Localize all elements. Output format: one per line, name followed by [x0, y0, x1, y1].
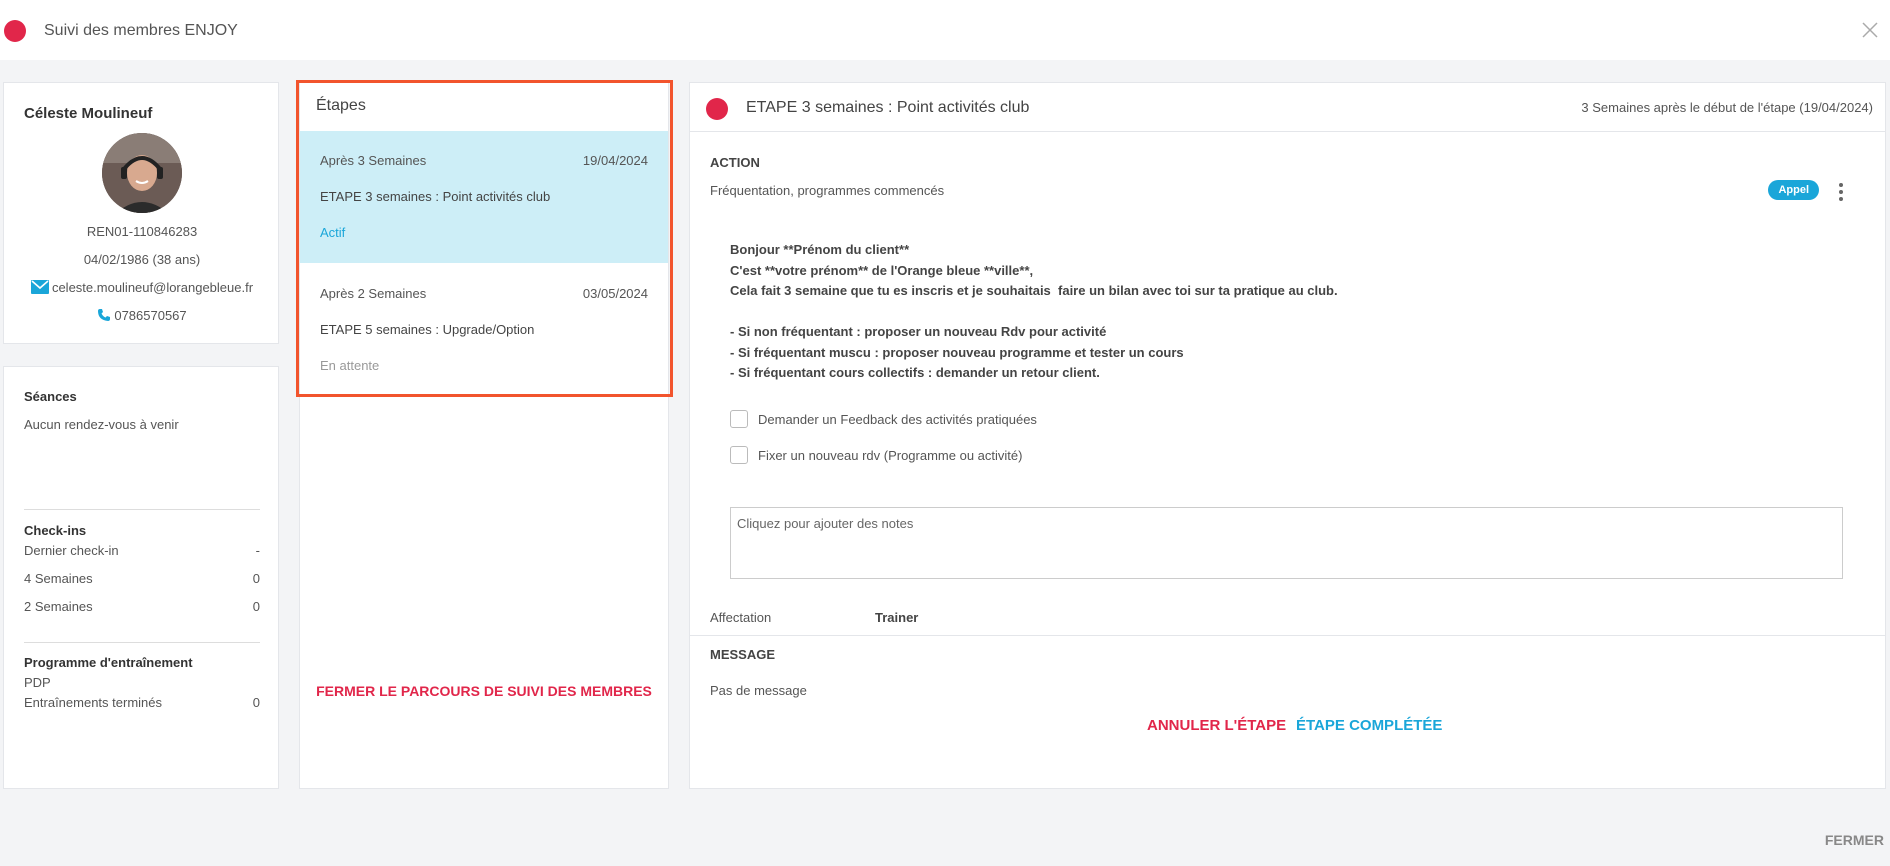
member-phone-row[interactable]: 0786570567: [4, 308, 280, 323]
message-line: Cela fait 3 semaine que tu es inscris et…: [730, 283, 1338, 298]
more-options-icon[interactable]: [1835, 181, 1847, 203]
step-title: ETAPE 5 semaines : Upgrade/Option: [320, 322, 535, 337]
status-dot-icon: [4, 20, 26, 42]
detail-timing: 3 Semaines après le début de l'étape (19…: [1581, 100, 1873, 115]
task-checkbox-feedback[interactable]: Demander un Feedback des activités prati…: [730, 410, 1037, 428]
step-when: Après 2 Semaines: [320, 286, 427, 301]
trainings-label: Entraînements terminés: [24, 695, 163, 710]
checkin-value: 0: [252, 571, 260, 586]
action-message: Bonjour **Prénom du client** C'est **votr…: [730, 240, 1338, 384]
appel-badge[interactable]: Appel: [1768, 180, 1819, 200]
task-label: Fixer un nouveau rdv (Programme ou activ…: [758, 447, 1023, 463]
member-email: celeste.moulineuf@lorangebleue.fr: [51, 280, 254, 295]
action-label: ACTION: [710, 155, 760, 170]
message-line: - Si fréquentant cours collectifs : dema…: [730, 365, 1100, 380]
checkin-row: 2 Semaines 0: [24, 599, 260, 614]
action-description: Fréquentation, programmes commencés: [710, 183, 945, 198]
affectation-value: Trainer: [875, 610, 919, 625]
member-phone: 0786570567: [114, 308, 187, 323]
checkbox[interactable]: [730, 410, 748, 428]
avatar: [102, 133, 182, 213]
message-label: MESSAGE: [710, 647, 776, 662]
divider: [24, 509, 260, 510]
notes-input[interactable]: Cliquez pour ajouter des notes: [730, 507, 1843, 579]
detail-title: ETAPE 3 semaines : Point activités club: [746, 99, 1030, 116]
task-label: Demander un Feedback des activités prati…: [758, 411, 1037, 427]
member-card: Céleste Moulineuf REN01-110846283 04/02/…: [3, 82, 279, 344]
divider: [690, 131, 1885, 132]
close-parcours-button[interactable]: FERMER LE PARCOURS DE SUIVI DES MEMBRES: [300, 683, 668, 699]
message-line: C'est **votre prénom** de l'Orange bleue…: [730, 262, 1034, 278]
programme-title: Programme d'entraînement: [24, 655, 193, 670]
message-line: [730, 302, 1338, 323]
step-status: En attente: [320, 358, 380, 373]
step-status: Actif: [320, 225, 346, 240]
cancel-step-button[interactable]: ANNULER L'ÉTAPE: [1147, 717, 1286, 734]
programme-name: PDP: [24, 675, 51, 690]
checkin-label: 4 Semaines: [24, 571, 93, 586]
seances-card: Séances Aucun rendez-vous à venir Check-…: [3, 366, 279, 789]
mail-icon: [30, 280, 49, 294]
close-icon[interactable]: [1858, 18, 1882, 42]
close-button[interactable]: FERMER: [1825, 832, 1884, 848]
step-item-pending[interactable]: Après 2 Semaines 03/05/2024 ETAPE 5 sema…: [300, 264, 668, 396]
message-line: Bonjour **Prénom du client**: [730, 242, 910, 257]
trainings-row: Entraînements terminés 0: [24, 695, 260, 710]
member-id: REN01-110846283: [86, 224, 198, 239]
message-line: - Si fréquentant muscu : proposer nouvea…: [730, 344, 1184, 360]
message-line: - Si non fréquentant : proposer un nouve…: [730, 324, 1107, 339]
step-detail-panel: ETAPE 3 semaines : Point activités club …: [689, 82, 1886, 789]
etapes-title: Étapes: [316, 97, 366, 114]
member-birthdate: 04/02/1986 (38 ans): [83, 252, 201, 267]
affectation-label: Affectation: [710, 610, 772, 625]
step-date: 19/04/2024: [582, 153, 648, 168]
divider: [690, 635, 1885, 636]
phone-icon: [98, 309, 111, 321]
checkins-title: Check-ins: [24, 523, 87, 538]
member-name: Céleste Moulineuf: [24, 105, 153, 122]
no-message-text: Pas de message: [710, 683, 807, 698]
checkin-row: 4 Semaines 0: [24, 571, 260, 586]
trainings-value: 0: [252, 695, 260, 710]
seances-empty: Aucun rendez-vous à venir: [24, 417, 179, 432]
step-date: 03/05/2024: [582, 286, 648, 301]
status-dot-icon: [706, 98, 728, 120]
checkin-row: Dernier check-in -: [24, 543, 260, 558]
checkin-value: -: [255, 543, 260, 558]
top-bar: Suivi des membres ENJOY: [0, 0, 1890, 60]
seances-title: Séances: [24, 389, 77, 404]
divider: [24, 642, 260, 643]
member-email-row[interactable]: celeste.moulineuf@lorangebleue.fr: [4, 280, 280, 295]
step-item-active[interactable]: Après 3 Semaines 19/04/2024 ETAPE 3 sema…: [300, 131, 668, 263]
step-when: Après 3 Semaines: [320, 153, 427, 168]
checkin-label: 2 Semaines: [24, 599, 93, 614]
etapes-panel: Étapes Après 3 Semaines 19/04/2024 ETAPE…: [299, 82, 669, 789]
complete-step-button[interactable]: ÉTAPE COMPLÉTÉE: [1296, 717, 1442, 734]
task-checkbox-rdv[interactable]: Fixer un nouveau rdv (Programme ou activ…: [730, 446, 1022, 464]
checkbox[interactable]: [730, 446, 748, 464]
checkin-label: Dernier check-in: [24, 543, 119, 558]
checkin-value: 0: [252, 599, 260, 614]
page-title: Suivi des membres ENJOY: [44, 22, 238, 39]
step-title: ETAPE 3 semaines : Point activités club: [320, 189, 551, 204]
